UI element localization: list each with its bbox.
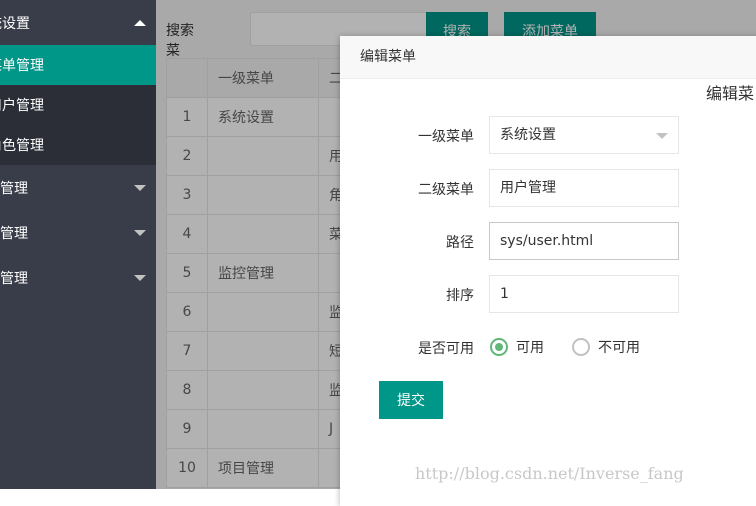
level2-label: 二级菜单 xyxy=(418,182,474,198)
level1-value: 系统设置 xyxy=(500,127,556,143)
sidebar-group-label: 统设置 xyxy=(0,15,30,32)
sidebar-group-project[interactable]: 目管理 xyxy=(0,210,156,255)
level1-select[interactable]: 系统设置 xyxy=(489,116,679,154)
sidebar-item-menu-management[interactable]: 菜单管理 xyxy=(0,45,156,85)
sidebar-item-role-management[interactable]: 角色管理 xyxy=(0,125,156,165)
chevron-down-icon xyxy=(656,133,668,139)
sidebar-group-label: 他管理 xyxy=(0,270,28,287)
sidebar: 统设置 菜单管理 用户管理 角色管理 控管理 目管理 他管理 xyxy=(0,0,156,489)
radio-checked-icon xyxy=(490,338,508,356)
path-input[interactable]: sys/user.html xyxy=(489,222,679,260)
form-row-level2: 二级菜单 用户管理 xyxy=(340,169,756,207)
form-row-enabled: 是否可用 可用 不可用 xyxy=(340,328,756,366)
enabled-label: 是否可用 xyxy=(418,341,474,357)
path-label: 路径 xyxy=(446,235,474,251)
form-row-level1: 一级菜单 系统设置 xyxy=(340,116,756,154)
level2-input[interactable]: 用户管理 xyxy=(489,169,679,207)
radio-enabled[interactable]: 可用 xyxy=(490,328,544,366)
dialog-title: 编辑菜单 xyxy=(340,36,756,79)
sidebar-submenu: 菜单管理 用户管理 角色管理 xyxy=(0,45,156,165)
sidebar-item-label: 角色管理 xyxy=(0,138,44,154)
form-title: 编辑菜 xyxy=(706,84,755,103)
chevron-down-icon xyxy=(134,230,146,236)
sidebar-group-label: 目管理 xyxy=(0,225,28,242)
chevron-up-icon xyxy=(134,20,146,26)
chevron-down-icon xyxy=(134,275,146,281)
submit-button[interactable]: 提交 xyxy=(379,381,443,419)
order-label: 排序 xyxy=(446,288,474,304)
form-row-order: 排序 1 xyxy=(340,275,756,313)
sidebar-item-label: 用户管理 xyxy=(0,98,44,114)
level1-label: 一级菜单 xyxy=(418,129,474,145)
watermark: http://blog.csdn.net/Inverse_fang xyxy=(415,464,684,483)
order-input[interactable]: 1 xyxy=(489,275,679,313)
form-row-path: 路径 sys/user.html xyxy=(340,222,756,260)
sidebar-group-monitor[interactable]: 控管理 xyxy=(0,165,156,210)
sidebar-group-system-settings[interactable]: 统设置 xyxy=(0,0,156,45)
radio-disabled-label: 不可用 xyxy=(598,340,640,356)
sidebar-item-label: 菜单管理 xyxy=(0,58,44,74)
radio-enabled-label: 可用 xyxy=(516,340,544,356)
sidebar-group-label: 控管理 xyxy=(0,180,28,197)
radio-unchecked-icon xyxy=(572,338,590,356)
sidebar-item-user-management[interactable]: 用户管理 xyxy=(0,85,156,125)
edit-menu-dialog: 编辑菜单 编辑菜 一级菜单 系统设置 二级菜单 用户管理 路径 sys/user… xyxy=(340,36,756,506)
chevron-down-icon xyxy=(134,185,146,191)
sidebar-group-other[interactable]: 他管理 xyxy=(0,255,156,300)
radio-disabled[interactable]: 不可用 xyxy=(572,328,640,366)
